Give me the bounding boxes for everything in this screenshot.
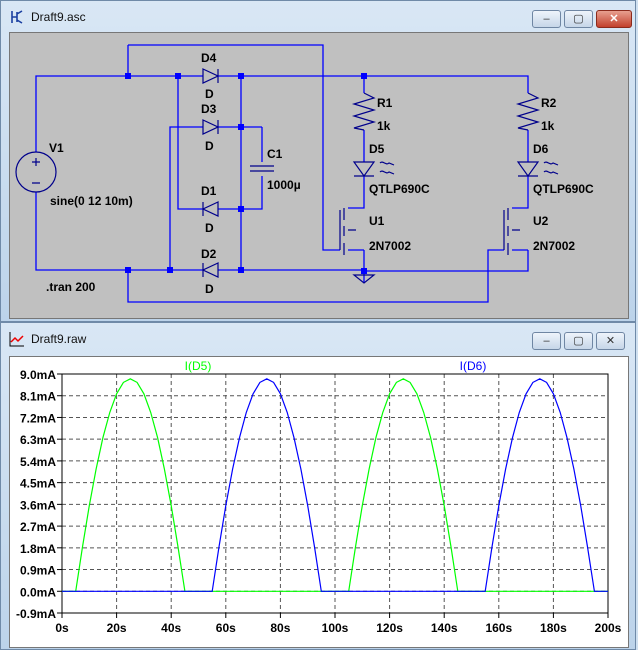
x-tick-label: 200s [595,621,622,635]
x-tick-label: 80s [270,621,290,635]
trace-label-i-d5[interactable]: I(D5) [185,359,212,373]
y-tick-label: 4.5mA [20,477,56,491]
x-tick-label: 180s [540,621,567,635]
y-tick-label: 5.4mA [20,455,56,469]
y-tick-label: 6.3mA [20,433,56,447]
y-tick-label: 9.0mA [20,368,56,382]
y-tick-label: 7.2mA [20,411,56,425]
waveform-plot[interactable]: 9.0mA 8.1mA 7.2mA 6.3mA 5.4mA 4.5mA 3.6mA 2.7mA… [0,0,638,650]
x-tick-label: 160s [485,621,512,635]
y-tick-label: 8.1mA [20,390,56,404]
y-tick-label: 0.0mA [20,585,56,599]
y-tick-label: 0.9mA [20,564,56,578]
x-tick-label: 100s [322,621,349,635]
x-tick-label: 60s [216,621,236,635]
y-tick-label: -0.9mA [16,607,56,621]
x-tick-label: 40s [161,621,181,635]
x-tick-label: 140s [431,621,458,635]
x-tick-label: 20s [107,621,127,635]
y-tick-label: 1.8mA [20,542,56,556]
x-tick-label: 0s [55,621,69,635]
x-tick-label: 120s [376,621,403,635]
trace-label-i-d6[interactable]: I(D6) [460,359,487,373]
y-tick-label: 2.7mA [20,520,56,534]
y-tick-label: 3.6mA [20,498,56,512]
